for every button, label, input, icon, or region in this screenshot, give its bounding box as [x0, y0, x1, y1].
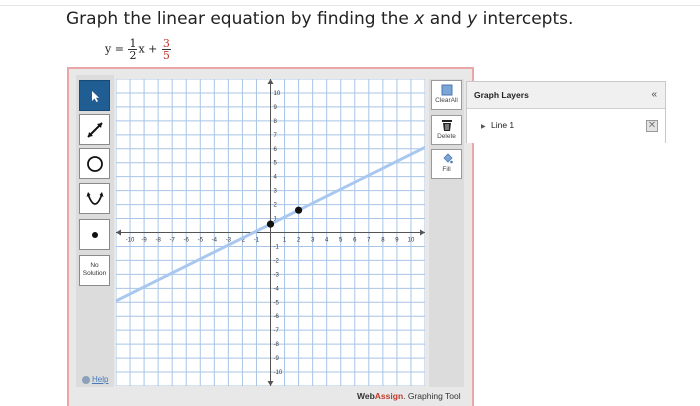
x-tick-label: -4 — [212, 238, 218, 244]
y-tick-label: -7 — [274, 328, 280, 334]
circle-icon — [86, 155, 103, 172]
y-tick-label: 6 — [274, 147, 278, 153]
x-tick-label: 10 — [408, 238, 415, 244]
x-tick-label: 3 — [311, 238, 315, 244]
x-axis-arrow-right — [420, 229, 425, 236]
y-tick-label: -5 — [274, 300, 280, 306]
y-axis-arrow-up — [267, 79, 274, 84]
brand-footer: WebAssign. Graphing Tool — [357, 391, 461, 401]
x-tick-label: -1 — [254, 238, 260, 244]
help-link[interactable]: Help — [82, 375, 108, 384]
x-tick-label: -6 — [184, 238, 190, 244]
y-tick-label: 10 — [274, 91, 281, 97]
y-tick-label: 5 — [274, 161, 278, 167]
clear-all-button[interactable]: ClearAll — [431, 80, 462, 110]
question-text: Graph the linear equation by finding the… — [66, 9, 574, 29]
y-tick-label: -4 — [274, 286, 280, 292]
fill-label: Fill — [442, 166, 451, 173]
x-tick-label: -10 — [126, 238, 135, 244]
y-tick-label: -10 — [274, 370, 283, 376]
help-icon — [82, 375, 90, 384]
plotted-point — [266, 220, 275, 228]
delete-button[interactable]: Delete — [431, 115, 462, 145]
parabola-icon — [86, 191, 103, 205]
y-tick-label: -3 — [274, 272, 280, 278]
x-tick-label: -9 — [141, 238, 147, 244]
x-tick-label: 8 — [381, 238, 385, 244]
x-tick-label: -7 — [170, 238, 176, 244]
y-tick-label: -6 — [274, 314, 280, 320]
y-tick-label: 2 — [274, 203, 278, 209]
y-tick-label: 4 — [274, 175, 278, 181]
equation-lhs: y = — [105, 42, 124, 56]
pointer-icon — [91, 90, 99, 102]
graph-canvas[interactable]: -10 -9 -8 -7 -6 -5 -4 -3 -2 -1 1 2 3 4 5 6 7 8 9 1010987654… — [116, 79, 425, 386]
delete-label: Delete — [437, 133, 456, 140]
clear-all-icon — [441, 84, 452, 96]
layer-label: Line 1 — [491, 120, 515, 130]
y-tick-label: -9 — [274, 356, 280, 362]
x-tick-label: 6 — [353, 238, 357, 244]
y-tick-label: -2 — [274, 258, 280, 264]
x-tick-label: 9 — [395, 238, 399, 244]
fill-bucket-icon — [442, 153, 453, 164]
fill-button[interactable]: Fill — [431, 149, 462, 179]
clear-all-label: ClearAll — [435, 97, 458, 104]
x-tick-label: 1 — [283, 238, 287, 244]
x-tick-label: -5 — [198, 238, 204, 244]
x-tick-label: 7 — [367, 238, 371, 244]
pointer-tool[interactable] — [79, 80, 110, 111]
x-tick-label: -8 — [155, 238, 161, 244]
y-tick-label: 9 — [274, 105, 278, 111]
line-icon — [86, 121, 103, 138]
parabola-tool[interactable] — [79, 183, 110, 214]
x-tick-label: 2 — [297, 238, 301, 244]
x-axis-arrow-left — [116, 229, 121, 236]
y-tick-label: -1 — [274, 244, 280, 250]
collapse-icon[interactable]: « — [651, 89, 657, 100]
slope-fraction: 12 — [128, 37, 138, 62]
y-axis-arrow-down — [267, 381, 274, 386]
plotted-point — [294, 206, 303, 214]
circle-tool[interactable] — [79, 148, 110, 179]
line-tool[interactable] — [79, 114, 110, 145]
y-tick-label: 3 — [274, 189, 278, 195]
remove-layer-icon[interactable]: ✕ — [646, 120, 658, 132]
graph-layers-header: Graph Layers « — [467, 82, 665, 109]
intercept-fraction: 35 — [161, 37, 171, 62]
expand-arrow-icon[interactable]: ▶ — [481, 123, 486, 130]
point-icon — [91, 231, 98, 238]
graph-layers-panel: Graph Layers « ▶ Line 1 ✕ — [466, 81, 666, 143]
layer-item-line-1[interactable]: ▶ Line 1 ✕ — [467, 109, 665, 143]
graph-layers-title: Graph Layers — [474, 90, 529, 100]
equation-variable: x + — [138, 42, 158, 56]
no-solution-button[interactable]: No Solution — [79, 255, 110, 286]
trash-icon — [441, 120, 452, 131]
equation: y = 12x + 35 — [105, 38, 172, 64]
y-tick-label: 8 — [274, 119, 278, 125]
x-tick-label: 5 — [339, 238, 343, 244]
top-divider — [0, 5, 700, 6]
help-label: Help — [92, 375, 109, 384]
point-tool[interactable] — [79, 219, 110, 250]
y-tick-label: 7 — [274, 133, 278, 139]
y-tick-label: -8 — [274, 342, 280, 348]
x-tick-label: 4 — [325, 238, 329, 244]
